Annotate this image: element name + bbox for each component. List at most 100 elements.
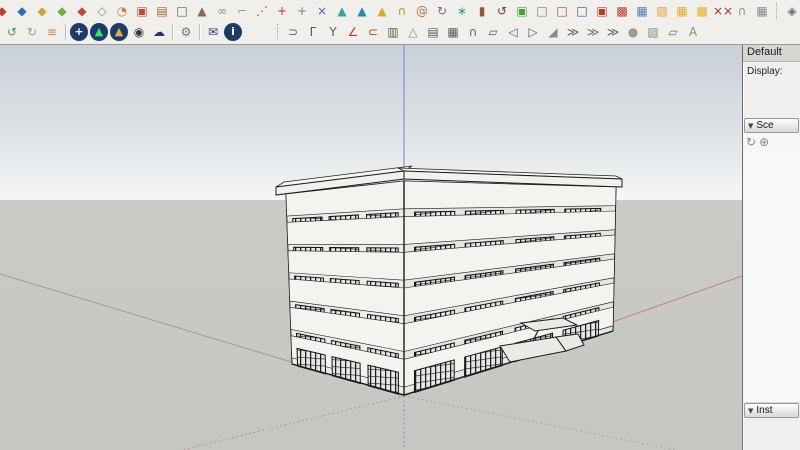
- dome-tool-icon[interactable]: ∩: [464, 23, 482, 41]
- dotted-path-icon[interactable]: ⋰: [253, 2, 271, 20]
- ramp-tool-icon[interactable]: ◢: [544, 23, 562, 41]
- scenes-panel-title: Sce: [756, 120, 774, 131]
- scenes-panel-header[interactable]: ▼ Sce: [744, 118, 799, 133]
- red-axis-negative: [181, 395, 405, 450]
- refresh-gray-icon[interactable]: ↻: [23, 23, 41, 41]
- refresh-green-icon[interactable]: ↺: [3, 23, 21, 41]
- letter-a-tool-icon[interactable]: A: [684, 23, 702, 41]
- cone-tool-icon[interactable]: △: [404, 23, 422, 41]
- main-toolbar: ◆ ◆ ◆ ◆ ◆ ◇ ◔ ▣ ▤ □ ▲ ∞ ⌐ ⋰ + + × ▲ ▲ ▲ ∩ @ ↻ ∗ ▮ ↺ ▣ □ □ □ ▣ ▩ ▦ ▨ ▦ ▩ ×× ∩ ▦…: [0, 0, 800, 45]
- water-drop-1-icon[interactable]: ▲: [333, 2, 351, 20]
- mesh-tool-icon[interactable]: ▦: [444, 23, 462, 41]
- terrain-brown-icon[interactable]: ▲: [193, 2, 211, 20]
- copy-box-icon[interactable]: □: [533, 2, 551, 20]
- flag-icon[interactable]: □: [173, 2, 191, 20]
- display-label: Display:: [747, 66, 783, 77]
- compass-teal-icon[interactable]: ∗: [453, 2, 471, 20]
- collapse-triangle-icon: ▼: [748, 406, 754, 415]
- plus-red-icon[interactable]: +: [273, 2, 291, 20]
- xx-red-icon[interactable]: ××: [713, 2, 733, 20]
- plus-green-icon[interactable]: +: [293, 2, 311, 20]
- cross-blue-icon[interactable]: ×: [313, 2, 331, 20]
- glasses-icon[interactable]: ∞: [213, 2, 231, 20]
- stripes-tool-icon[interactable]: ▨: [644, 23, 662, 41]
- face-style-blue-icon[interactable]: ◆: [13, 2, 31, 20]
- instructor-panel-title: Inst: [756, 405, 773, 416]
- default-tray-sidebar: Default Display: ▼ Sce ↻ ⊕ ▼ Inst: [742, 45, 800, 450]
- arrow-3-icon[interactable]: ≫: [604, 23, 622, 41]
- tray-tab-default[interactable]: Default: [743, 45, 800, 62]
- instructor-panel-header[interactable]: ▼ Inst: [744, 403, 799, 418]
- stairs-tool-icon[interactable]: ▤: [424, 23, 442, 41]
- blob-tool-icon[interactable]: ●: [624, 23, 642, 41]
- poly-tool-icon[interactable]: ▱: [664, 23, 682, 41]
- arc-gray-icon[interactable]: ∩: [733, 2, 751, 20]
- face-style-green-icon[interactable]: ◆: [53, 2, 71, 20]
- material-corner-icon[interactable]: ▣: [133, 2, 151, 20]
- scenes-panel-content[interactable]: [743, 151, 800, 403]
- arc-red-icon[interactable]: ⊂: [364, 23, 382, 41]
- add-circle-icon[interactable]: +: [70, 22, 88, 41]
- flip-right-icon[interactable]: ▷: [524, 23, 542, 41]
- face-style-white-icon[interactable]: ◇: [93, 2, 111, 20]
- arrow-2-icon[interactable]: ≫: [584, 23, 602, 41]
- paint-style-red-icon[interactable]: ◆: [0, 2, 11, 20]
- cloud-upload-icon[interactable]: ☁: [150, 23, 168, 41]
- sketch-curve-icon[interactable]: ⊃: [284, 23, 302, 41]
- info-icon[interactable]: i: [224, 22, 242, 41]
- tray-bottom-spacer: [743, 418, 800, 450]
- spiral-darkred-icon[interactable]: ↺: [493, 2, 511, 20]
- modeling-viewport[interactable]: [0, 45, 742, 450]
- gears-icon[interactable]: ⚙: [177, 23, 195, 41]
- grid-2x2-orange-icon[interactable]: ▦: [673, 2, 691, 20]
- tray-spacer: [743, 81, 800, 118]
- layers-orange-icon[interactable]: ≡: [43, 23, 61, 41]
- face-style-tan-icon[interactable]: ◆: [33, 2, 51, 20]
- pie-orange-icon[interactable]: ◔: [113, 2, 131, 20]
- box-tool-icon[interactable]: ▥: [384, 23, 402, 41]
- toolbar-separator: [277, 23, 279, 40]
- add-scene-button[interactable]: ⊕: [759, 134, 769, 150]
- collapse-triangle-icon: ▼: [748, 121, 754, 130]
- update-scenes-button[interactable]: ↻: [746, 134, 756, 150]
- toolbar-row-1: ◆ ◆ ◆ ◆ ◆ ◇ ◔ ▣ ▤ □ ▲ ∞ ⌐ ⋰ + + × ▲ ▲ ▲ ∩ @ ↻ ∗ ▮ ↺ ▣ □ □ □ ▣ ▩ ▦ ▨ ▦ ▩ ×× ∩ ▦…: [0, 0, 800, 21]
- rotate-box-icon[interactable]: □: [553, 2, 571, 20]
- arc-orange-icon[interactable]: ∩: [393, 2, 411, 20]
- toolbar-separator: [172, 23, 173, 40]
- toolbar-separator: [65, 23, 66, 40]
- water-drop-2-icon[interactable]: ▲: [353, 2, 371, 20]
- scene-canvas[interactable]: [0, 45, 742, 450]
- face-style-red-icon[interactable]: ◆: [73, 2, 91, 20]
- grid-blue-icon[interactable]: ▦: [633, 2, 651, 20]
- grid-gray-icon[interactable]: ▦: [753, 2, 771, 20]
- toolbar-row-2: ↺ ↻ ≡ + ▲ ▲ ◉ ☁ ⚙ ✉ i ⊃ Γ Υ ∠ ⊂ ▥ △ ▤ ▦ ∩ ▱ ◁ ▷ ◢ ≫ ≫ ≫ ● ▨ ▱ A: [0, 21, 800, 42]
- photo-mountain-icon[interactable]: ▲: [110, 22, 128, 41]
- swap-box-icon[interactable]: □: [573, 2, 591, 20]
- tree-hex-icon[interactable]: ▲: [90, 22, 108, 41]
- arrow-1-icon[interactable]: ≫: [564, 23, 582, 41]
- scenes-panel-toolbar: ↻ ⊕: [743, 133, 800, 151]
- angle-red-icon[interactable]: ∠: [344, 23, 362, 41]
- sketch-corner-icon[interactable]: Γ: [304, 23, 322, 41]
- warning-triangle-icon[interactable]: ▲: [373, 2, 391, 20]
- flip-left-icon[interactable]: ◁: [504, 23, 522, 41]
- checker-red-icon[interactable]: ▩: [613, 2, 631, 20]
- green-axis-negative: [403, 395, 677, 450]
- rotate-purple-icon[interactable]: ↻: [433, 2, 451, 20]
- bucket-brown-icon[interactable]: ▮: [473, 2, 491, 20]
- toolbar-separator: [776, 2, 778, 19]
- section-arm-icon[interactable]: ⌐: [233, 2, 251, 20]
- toolbar-separator: [199, 23, 200, 40]
- envelope-icon[interactable]: ✉: [204, 23, 222, 41]
- component-gray-1-icon[interactable]: ◈: [783, 2, 800, 20]
- dot-box-red-icon[interactable]: ▣: [593, 2, 611, 20]
- shell-orange-icon[interactable]: @: [413, 2, 431, 20]
- paste-green-icon[interactable]: ▣: [513, 2, 531, 20]
- building-model[interactable]: [275, 165, 623, 396]
- hatch-orange-icon[interactable]: ▨: [653, 2, 671, 20]
- leaf-tool-icon[interactable]: ▱: [484, 23, 502, 41]
- crate-icon[interactable]: ▤: [153, 2, 171, 20]
- checker-globe-icon[interactable]: ◉: [130, 23, 148, 41]
- grid-3x3-orange-icon[interactable]: ▩: [693, 2, 711, 20]
- sketch-fork-icon[interactable]: Υ: [324, 23, 342, 41]
